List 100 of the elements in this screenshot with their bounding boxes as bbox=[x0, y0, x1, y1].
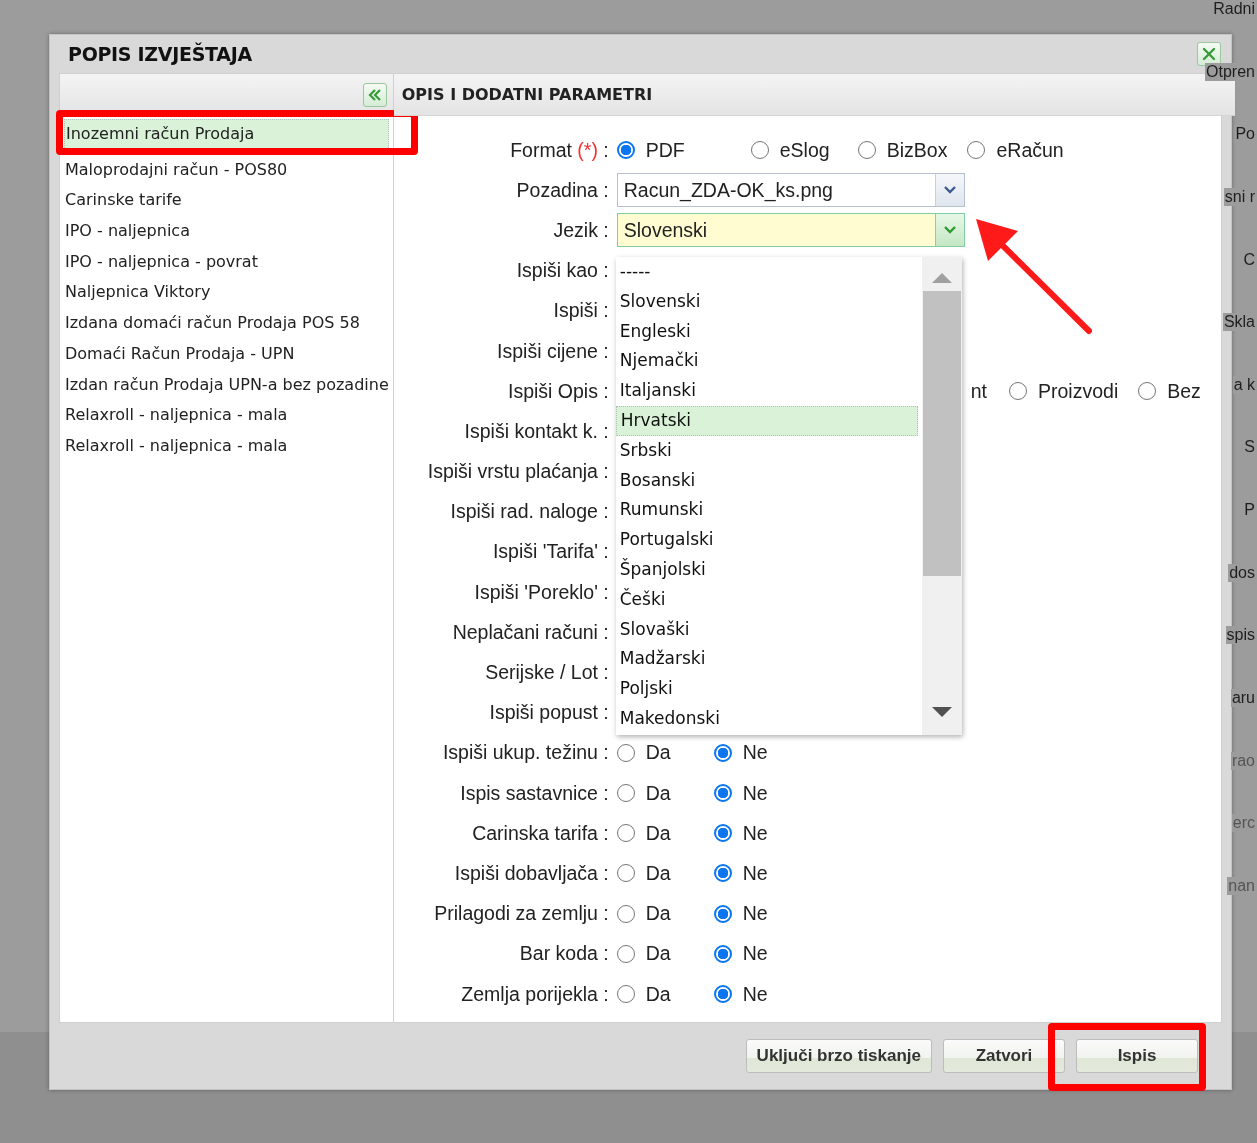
dropdown-option[interactable]: Italjanski bbox=[615, 376, 918, 406]
dropdown-option[interactable]: Poljski bbox=[615, 674, 918, 704]
field-label: Ispiši ukup. težinu : bbox=[441, 741, 609, 765]
background-text: sni r bbox=[1223, 187, 1256, 206]
field-label: Carinska tarifa : bbox=[471, 821, 609, 845]
radio-label: Da bbox=[645, 982, 672, 1006]
background-text: Otpren bbox=[1205, 62, 1256, 81]
report-list-item[interactable]: IPO - naljepnica bbox=[64, 214, 389, 245]
dropdown-option[interactable]: Češki bbox=[615, 584, 918, 615]
field-label: Ispiši cijene : bbox=[496, 339, 609, 363]
radio-button[interactable] bbox=[616, 743, 635, 762]
field-label: Ispiši kao : bbox=[515, 259, 609, 283]
field-label: Ispiši : bbox=[552, 299, 609, 323]
scroll-up-icon bbox=[931, 271, 952, 283]
footer-button[interactable]: Ispis bbox=[1076, 1039, 1198, 1073]
dropdown-option[interactable]: Slovenski bbox=[615, 286, 918, 317]
radio-button[interactable] bbox=[713, 784, 732, 803]
radio-label: Ne bbox=[742, 781, 769, 805]
footer-button[interactable]: Zatvori bbox=[943, 1039, 1065, 1073]
radio-button[interactable] bbox=[713, 743, 732, 762]
radio-label: Da bbox=[645, 781, 672, 805]
scrollbar-thumb[interactable] bbox=[922, 291, 961, 576]
radio-button[interactable] bbox=[616, 985, 635, 1004]
dropdown-option[interactable]: Hrvatski bbox=[615, 406, 918, 436]
background-text: dos bbox=[1228, 563, 1256, 582]
dropdown-option[interactable]: Makedonski bbox=[615, 703, 918, 734]
radio-label: eRačun bbox=[996, 138, 1064, 162]
radio-button[interactable] bbox=[616, 904, 635, 923]
report-list-item[interactable]: Izdana domaći račun Prodaja POS 58 bbox=[64, 306, 389, 337]
radio-button[interactable] bbox=[616, 864, 635, 883]
report-list-item[interactable]: Maloprodajni račun - POS80 bbox=[64, 152, 389, 184]
radio-button[interactable] bbox=[1009, 382, 1027, 401]
field-label: Ispiši kontakt k. : bbox=[463, 419, 609, 443]
radio-label: Ne bbox=[742, 821, 769, 845]
dropdown-option[interactable]: ----- bbox=[615, 257, 918, 287]
field-label: Neplačani računi : bbox=[451, 620, 609, 644]
radio-label: Ne bbox=[742, 902, 769, 926]
field-label: Zemlja porijekla : bbox=[460, 982, 609, 1006]
dropdown-option[interactable]: Rumunski bbox=[615, 495, 918, 526]
report-list-item[interactable]: Inozemni račun Prodaja bbox=[64, 119, 389, 150]
field-label: Ispiši rad. naloge : bbox=[449, 500, 609, 524]
dropdown-field[interactable]: Racun_ZDA-OK_ks.png bbox=[616, 173, 965, 208]
collapse-button[interactable] bbox=[362, 82, 387, 107]
report-list-item[interactable]: Domaći Račun Prodaja - UPN bbox=[64, 336, 389, 368]
footer-button[interactable]: Uključi brzo tiskanje bbox=[745, 1039, 932, 1073]
background-text: aru bbox=[1230, 689, 1256, 708]
radio-button[interactable] bbox=[616, 944, 635, 963]
dropdown-option[interactable]: Madžarski bbox=[615, 644, 918, 675]
radio-label: Da bbox=[645, 942, 672, 966]
radio-button[interactable] bbox=[713, 904, 732, 923]
radio-label: BizBox bbox=[886, 138, 948, 162]
radio-button[interactable] bbox=[967, 141, 986, 160]
dropdown-option[interactable]: Srbski bbox=[615, 435, 918, 466]
dropdown-field[interactable]: Slovenski bbox=[616, 213, 965, 248]
radio-button[interactable] bbox=[616, 824, 635, 843]
background-text: spis bbox=[1225, 626, 1256, 645]
background-text: Skla bbox=[1222, 313, 1256, 332]
field-label: Ispiši 'Poreklo' : bbox=[473, 580, 609, 604]
radio-button[interactable] bbox=[713, 864, 732, 883]
background-text: rao bbox=[1230, 751, 1256, 770]
report-list-item[interactable]: Izdan račun Prodaja UPN-a bez pozadine bbox=[64, 367, 389, 399]
radio-button[interactable] bbox=[616, 784, 635, 803]
dropdown-option[interactable]: Engleski bbox=[615, 316, 918, 347]
field-label: Ispis sastavnice : bbox=[459, 781, 609, 805]
dropdown-option[interactable]: Njemački bbox=[615, 346, 918, 377]
field-label: Pozadina : bbox=[515, 178, 609, 202]
double-chevron-icon bbox=[367, 88, 382, 101]
close-button[interactable] bbox=[1197, 42, 1221, 66]
report-list-item[interactable]: IPO - naljepnica - povrat bbox=[64, 244, 389, 276]
radio-button[interactable] bbox=[857, 141, 876, 160]
radio-label: PDF bbox=[645, 138, 686, 162]
radio-button[interactable] bbox=[616, 141, 635, 160]
scrollbar[interactable] bbox=[921, 257, 962, 735]
report-list-item[interactable]: Naljepnica Viktory bbox=[64, 275, 389, 307]
report-list-item[interactable]: Carinske tarife bbox=[64, 183, 389, 215]
field-label: Ispiši vrstu plaćanja : bbox=[426, 460, 609, 484]
radio-label: Ne bbox=[742, 741, 769, 765]
radio-label: Da bbox=[645, 861, 672, 885]
field-label: Bar koda : bbox=[518, 942, 609, 966]
field-label: Ispiši popust : bbox=[488, 701, 609, 725]
radio-button[interactable] bbox=[713, 944, 732, 963]
background-text: nan bbox=[1227, 876, 1256, 895]
field-label: Serijske / Lot : bbox=[484, 661, 609, 685]
dropdown-option[interactable]: Portugalski bbox=[615, 525, 918, 555]
report-list-item[interactable]: Relaxroll - naljepnica - mala bbox=[64, 428, 389, 460]
dropdown-option[interactable]: Slovaški bbox=[615, 614, 918, 645]
radio-button[interactable] bbox=[713, 985, 732, 1004]
chevron-down-icon bbox=[943, 186, 956, 195]
dropdown-option[interactable]: Bosanski bbox=[615, 465, 918, 496]
panel-title: OPIS I DODATNI PARAMETRI bbox=[401, 85, 653, 104]
radio-label: Ne bbox=[742, 982, 769, 1006]
radio-label: Da bbox=[645, 741, 672, 765]
scroll-down-icon bbox=[931, 707, 952, 719]
radio-label: Da bbox=[645, 902, 672, 926]
radio-button[interactable] bbox=[750, 141, 769, 160]
radio-label: eSlog bbox=[779, 138, 831, 162]
dropdown-option[interactable]: Španjolski bbox=[615, 554, 918, 585]
report-list-item[interactable]: Relaxroll - naljepnica - mala bbox=[64, 398, 389, 429]
radio-button[interactable] bbox=[1138, 382, 1157, 401]
radio-button[interactable] bbox=[713, 824, 732, 843]
